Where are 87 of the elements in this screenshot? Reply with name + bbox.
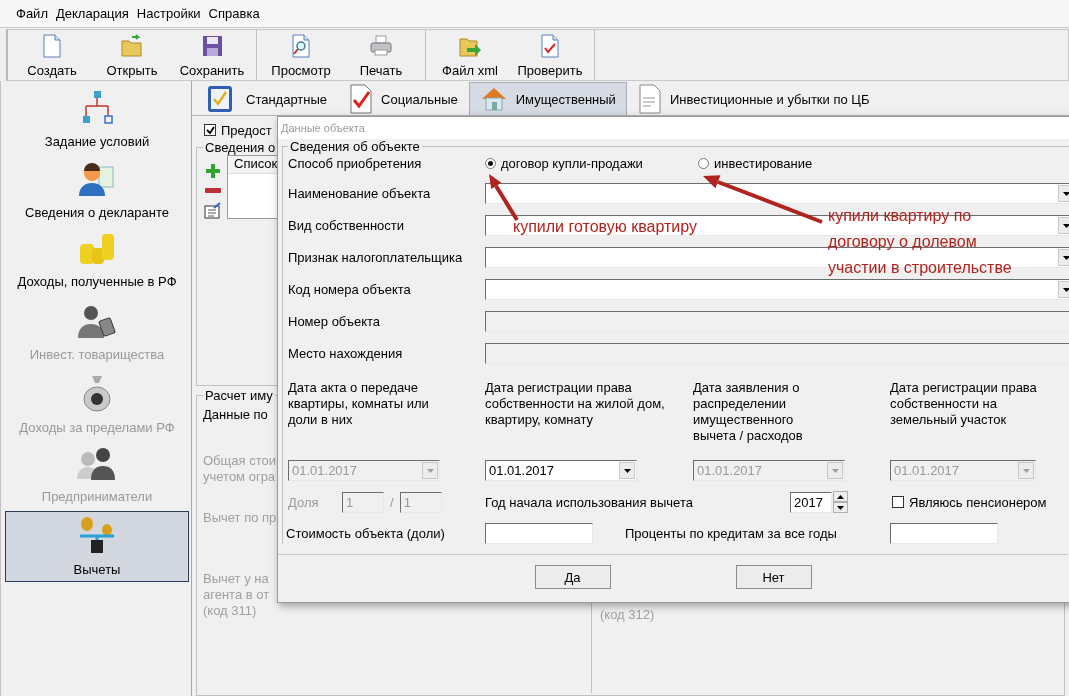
person-icon [77,161,117,197]
dropdown-field[interactable] [485,183,1069,204]
coins-icon [78,232,116,266]
caret-icon [623,468,631,473]
toolbar-button[interactable]: Файл xml [430,30,510,80]
checkbox-label: Предост [221,122,272,138]
tab[interactable]: Социальные [338,82,469,115]
field-label: Дата регистрации права собственности на жилой дом, квартиру, комнату [485,380,666,429]
tab[interactable]: Имущественный [468,82,627,115]
people-icon [76,445,118,481]
field-label: Дата акта о передаче квартиры, комнаты или доли в них [288,380,430,429]
field-label: Год начала использования вычета [485,494,693,510]
edit-icon[interactable] [204,202,222,219]
folder-icon [121,34,143,58]
field-label: Проценты по кредитам за все годы [625,526,837,541]
menu-item[interactable]: Справка [204,6,264,21]
toolbar-button[interactable]: Открыть [92,30,172,80]
annotation-text: купили готовую квартиру [513,217,697,237]
menu-item[interactable]: Настройки [132,6,205,21]
tab[interactable]: Инвестиционные и убытки по ЦБ [626,82,881,115]
checkbox-label: Являюсь пенсионером [909,494,1047,510]
person-phone-icon [77,303,117,339]
spinner-down-button[interactable] [833,502,848,513]
toolbar-button[interactable]: Сохранить [172,30,252,80]
radio-option[interactable]: инвестирование [698,155,911,171]
input-field[interactable] [485,523,593,544]
radio-button[interactable] [698,157,709,169]
plus-icon[interactable] [205,163,221,179]
menu-item[interactable]: Декларация [51,6,133,21]
radio-option[interactable]: договор купли-продажи [485,155,698,171]
field-label: Вычет по пр [203,510,277,526]
input-field[interactable] [890,523,998,544]
radio-button[interactable] [485,157,496,169]
caret-icon [831,468,839,473]
field-label: (код 312) [600,607,655,623]
sidebar-item[interactable]: Вычеты [5,511,189,582]
tab[interactable]: Стандартные [195,82,339,115]
field-label: Место нахождения [288,346,404,361]
spinner-up-button[interactable] [833,491,848,502]
field-label: Код номера объекта [288,282,412,297]
field-label: Признак налогоплательщика [288,250,464,265]
field-label: Вид собственности [288,218,406,233]
group-title: Сведения об объекте [289,139,421,154]
printer-icon [370,34,392,58]
caret-icon [426,468,434,473]
checkbox[interactable] [892,496,904,508]
dialog-button[interactable]: Да [534,565,611,589]
field-label: Стоимость объекта (доли) [286,526,446,541]
field-label: Способ приобретения [288,155,423,171]
caret-icon [1062,287,1069,292]
field-label: Номер объекта [288,314,382,329]
menu-item[interactable]: Файл [12,6,52,21]
toolbar-button[interactable]: Создать [12,30,92,80]
dialog-button[interactable]: Нет [735,565,812,589]
caret-icon [1022,468,1030,473]
document-icon [637,84,662,114]
field-label: Дата регистрации права собственности на земельный участок [890,380,1038,429]
field-label: Общая стои учетом огра [203,453,276,485]
magnifier-document-icon [290,34,312,58]
toolbar-button[interactable]: Просмотр [261,30,341,80]
document-icon [41,34,63,58]
field-label: Наименование объекта [288,186,432,201]
sidebar-item[interactable]: Сведения о декларанте [5,156,189,227]
group-title: Данные по [203,407,268,422]
field-label: Дата заявления о распределении имущественного вычета / расходов [693,380,804,445]
sidebar-item[interactable]: Доходы, полученные в РФ [5,227,189,298]
checkmark-icon [205,125,215,135]
caret-icon [1062,223,1069,228]
scales-icon [77,516,117,554]
spinner-field[interactable]: 2017 [790,491,832,513]
checked-document-icon [349,84,374,114]
caret-icon [1062,255,1069,260]
field-label: Вычет у на агента в от (код 311) [203,571,270,619]
checkbox[interactable] [204,124,216,136]
toolbar-button[interactable]: Печать [341,30,421,80]
group-title: Расчет иму [204,388,274,403]
toolbar-button[interactable]: Проверить [510,30,590,80]
dialog-title: Данные объекта [281,122,365,134]
sidebar-item[interactable]: Задание условий [5,85,189,156]
field-label: Доля [288,494,320,510]
dropdown-field[interactable] [485,279,1069,300]
group-title: Сведения о [204,140,277,155]
checked-document-icon [539,34,561,58]
arrow [489,174,519,222]
separator-text: / [390,494,394,510]
caret-icon [1062,191,1069,196]
date-field[interactable]: 01.01.2017 [485,460,637,481]
